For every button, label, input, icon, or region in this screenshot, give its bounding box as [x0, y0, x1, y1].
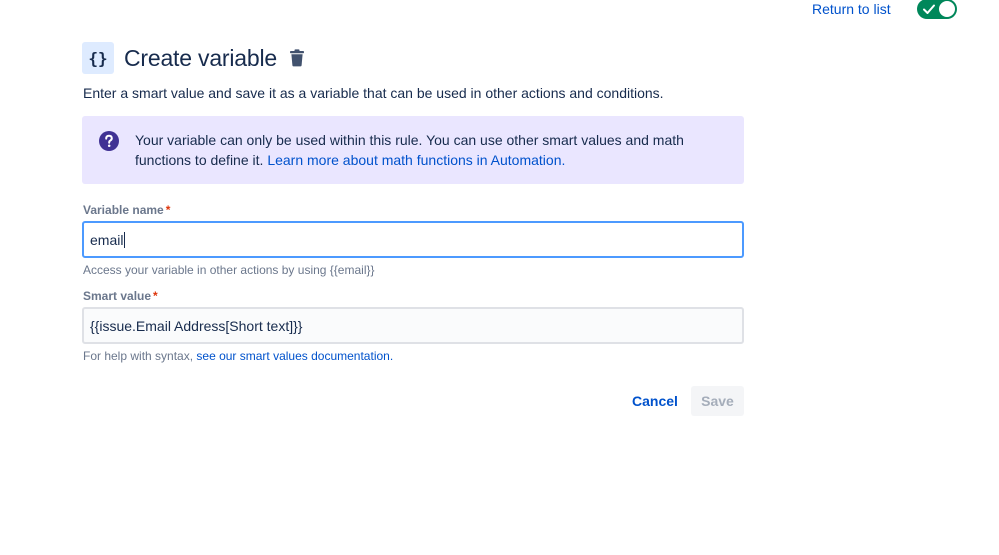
smart-value-helper: For help with syntax, see our smart valu…	[83, 349, 393, 363]
variable-name-value: email	[90, 231, 124, 248]
variable-name-input[interactable]: email	[82, 221, 744, 258]
page-title: Create variable	[124, 44, 277, 71]
info-panel: Your variable can only be used within th…	[82, 116, 744, 184]
question-circle-icon	[99, 131, 119, 151]
variable-name-label-text: Variable name	[83, 203, 164, 217]
smart-value-value: {{issue.Email Address[Short text]}}	[90, 317, 303, 334]
smart-values-docs-link[interactable]: see our smart values documentation.	[196, 349, 393, 363]
cancel-button[interactable]: Cancel	[625, 386, 685, 416]
variable-braces-icon: {}	[82, 42, 114, 74]
required-indicator: *	[165, 203, 171, 217]
rule-enabled-toggle[interactable]	[917, 0, 957, 19]
smart-value-helper-text: For help with syntax,	[83, 349, 194, 363]
page-description: Enter a smart value and save it as a var…	[83, 85, 664, 101]
toggle-knob	[939, 1, 955, 17]
math-functions-link[interactable]: Learn more about math functions in Autom…	[267, 152, 565, 168]
return-to-list-link[interactable]: Return to list	[812, 1, 891, 17]
smart-value-label: Smart value *	[83, 289, 158, 303]
page-header: {} Create variable	[82, 42, 305, 74]
variable-name-helper: Access your variable in other actions by…	[83, 263, 375, 277]
smart-value-input[interactable]: {{issue.Email Address[Short text]}}	[82, 307, 744, 344]
delete-button[interactable]	[289, 49, 305, 67]
top-bar: Return to list	[0, 0, 999, 20]
smart-value-label-text: Smart value	[83, 289, 152, 303]
check-icon	[923, 4, 935, 14]
info-message: Your variable can only be used within th…	[135, 131, 725, 170]
variable-name-label: Variable name *	[83, 203, 170, 217]
required-indicator: *	[153, 289, 158, 303]
trash-icon	[289, 49, 304, 67]
save-button[interactable]: Save	[691, 386, 744, 416]
text-caret	[124, 231, 126, 248]
